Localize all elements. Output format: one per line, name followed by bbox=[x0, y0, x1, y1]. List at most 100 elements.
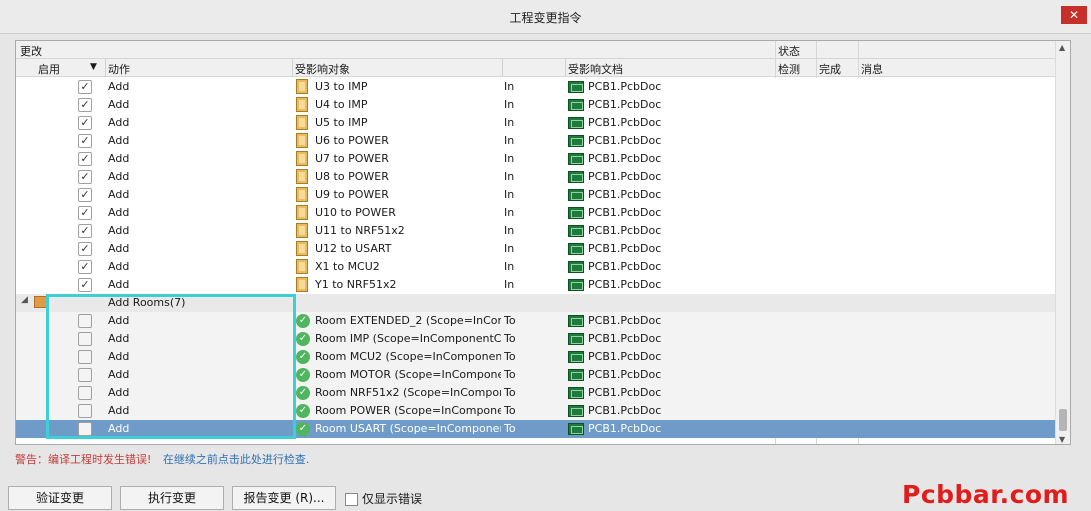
only-show-errors-checkbox[interactable]: 仅显示错误 bbox=[345, 490, 422, 507]
vertical-scrollbar[interactable]: ▲ ▼ bbox=[1055, 41, 1070, 444]
pcb-doc-icon bbox=[568, 261, 584, 273]
warning-bar: 警告：编译工程时发生错误! 在继续之前点击此处进行检查. bbox=[15, 451, 309, 467]
component-icon bbox=[296, 133, 308, 148]
column-done[interactable]: 完成 bbox=[819, 61, 841, 77]
column-action[interactable]: 动作 bbox=[108, 61, 130, 77]
affected-doc-cell: PCB1.PcbDoc bbox=[588, 116, 662, 129]
table-row[interactable]: Add ✓ Room MCU2 (Scope=InComponentC To PCB1.… bbox=[16, 348, 1070, 366]
direction-cell: To bbox=[504, 404, 516, 417]
component-icon bbox=[296, 277, 308, 292]
affected-object-cell: Room USART (Scope=InComponentC bbox=[315, 422, 501, 435]
enable-checkbox[interactable]: ✓ bbox=[78, 188, 92, 202]
action-cell: Add bbox=[108, 152, 130, 165]
table-row[interactable]: ✓ Add U10 to POWER In PCB1.PcbDoc bbox=[16, 204, 1070, 222]
table-row[interactable]: ✓ Add U5 to IMP In PCB1.PcbDoc bbox=[16, 114, 1070, 132]
enable-checkbox[interactable]: ✓ bbox=[78, 260, 92, 274]
warning-text: 警告：编译工程时发生错误! bbox=[15, 453, 152, 466]
table-row[interactable]: ✓ Add X1 to MCU2 In PCB1.PcbDoc bbox=[16, 258, 1070, 276]
table-row[interactable]: Add ✓ Room USART (Scope=InComponentC To PCB1… bbox=[16, 420, 1070, 438]
enable-checkbox[interactable]: ✓ bbox=[78, 170, 92, 184]
sort-arrow-icon[interactable]: ▼ bbox=[90, 62, 97, 72]
table-row[interactable]: ✓ Add Y1 to NRF51x2 In PCB1.PcbDoc bbox=[16, 276, 1070, 294]
component-icon bbox=[296, 187, 308, 202]
table-row[interactable]: Add ✓ Room NRF51x2 (Scope=InComponen To PCB1… bbox=[16, 384, 1070, 402]
enable-checkbox[interactable] bbox=[78, 332, 92, 346]
enable-checkbox[interactable]: ✓ bbox=[78, 134, 92, 148]
column-check[interactable]: 检测 bbox=[778, 61, 800, 77]
affected-object-cell: U10 to POWER bbox=[315, 206, 396, 219]
pcb-doc-icon bbox=[568, 405, 584, 417]
table-row[interactable]: ✓ Add U6 to POWER In PCB1.PcbDoc bbox=[16, 132, 1070, 150]
table-row[interactable]: ✓ Add U7 to POWER In PCB1.PcbDoc bbox=[16, 150, 1070, 168]
scroll-down-icon[interactable]: ▼ bbox=[1059, 435, 1065, 444]
enable-checkbox[interactable]: ✓ bbox=[78, 242, 92, 256]
component-icon bbox=[296, 259, 308, 274]
enable-checkbox[interactable] bbox=[78, 350, 92, 364]
action-cell: Add bbox=[108, 80, 130, 93]
component-icon bbox=[296, 115, 308, 130]
affected-doc-cell: PCB1.PcbDoc bbox=[588, 332, 662, 345]
affected-doc-cell: PCB1.PcbDoc bbox=[588, 242, 662, 255]
execute-changes-button[interactable]: 执行变更 bbox=[120, 486, 224, 510]
table-row[interactable]: Add ✓ Room MOTOR (Scope=InComponent To PCB1.… bbox=[16, 366, 1070, 384]
affected-object-cell: X1 to MCU2 bbox=[315, 260, 380, 273]
enable-checkbox[interactable]: ✓ bbox=[78, 278, 92, 292]
affected-doc-cell: PCB1.PcbDoc bbox=[588, 98, 662, 111]
affected-doc-cell: PCB1.PcbDoc bbox=[588, 404, 662, 417]
pcb-doc-icon bbox=[568, 387, 584, 399]
table-row[interactable]: ✓ Add U4 to IMP In PCB1.PcbDoc bbox=[16, 96, 1070, 114]
column-affected-doc[interactable]: 受影响文档 bbox=[568, 61, 623, 77]
pcb-doc-icon bbox=[568, 207, 584, 219]
close-button[interactable]: ✕ bbox=[1061, 6, 1087, 24]
enable-checkbox[interactable]: ✓ bbox=[78, 116, 92, 130]
pcb-doc-icon bbox=[568, 243, 584, 255]
direction-cell: In bbox=[504, 80, 515, 93]
enable-checkbox[interactable]: ✓ bbox=[78, 152, 92, 166]
enable-checkbox[interactable] bbox=[78, 314, 92, 328]
checkbox-icon[interactable] bbox=[345, 493, 358, 506]
pcb-doc-icon bbox=[568, 369, 584, 381]
table-row[interactable]: ✓ Add U11 to NRF51x2 In PCB1.PcbDoc bbox=[16, 222, 1070, 240]
component-icon bbox=[296, 79, 308, 94]
table-row[interactable]: ✓ Add U3 to IMP In PCB1.PcbDoc bbox=[16, 78, 1070, 96]
enable-checkbox[interactable] bbox=[78, 404, 92, 418]
warning-link[interactable]: 在继续之前点击此处进行检查. bbox=[163, 453, 310, 466]
enable-checkbox[interactable]: ✓ bbox=[78, 206, 92, 220]
affected-object-cell: U8 to POWER bbox=[315, 170, 389, 183]
title-bar: 工程变更指令 ✕ bbox=[0, 0, 1091, 34]
report-changes-button[interactable]: 报告变更 (R)... bbox=[232, 486, 336, 510]
direction-cell: To bbox=[504, 368, 516, 381]
enable-checkbox[interactable] bbox=[78, 386, 92, 400]
enable-checkbox[interactable] bbox=[78, 422, 92, 436]
table-row[interactable]: Add ✓ Room EXTENDED_2 (Scope=InCompoTo PCB1… bbox=[16, 312, 1070, 330]
validate-changes-button[interactable]: 验证变更 bbox=[8, 486, 112, 510]
affected-doc-cell: PCB1.PcbDoc bbox=[588, 386, 662, 399]
column-affected-object[interactable]: 受影响对象 bbox=[295, 61, 350, 77]
table-row[interactable]: Add ✓ Room IMP (Scope=InComponentCla To PCB1… bbox=[16, 330, 1070, 348]
pcb-doc-icon bbox=[568, 117, 584, 129]
action-cell: Add bbox=[108, 242, 130, 255]
column-message[interactable]: 消息 bbox=[861, 61, 883, 77]
affected-doc-cell: PCB1.PcbDoc bbox=[588, 206, 662, 219]
table-row[interactable]: ✓ Add U12 to USART In PCB1.PcbDoc bbox=[16, 240, 1070, 258]
enable-checkbox[interactable]: ✓ bbox=[78, 80, 92, 94]
table-row[interactable]: Add ✓ Room POWER (Scope=InComponent To PCB1.… bbox=[16, 402, 1070, 420]
group-row[interactable]: ◢ Add Rooms(7) bbox=[16, 294, 1070, 312]
scroll-thumb[interactable] bbox=[1059, 409, 1067, 431]
direction-cell: In bbox=[504, 188, 515, 201]
enable-checkbox[interactable] bbox=[78, 368, 92, 382]
direction-cell: In bbox=[504, 116, 515, 129]
table-row[interactable]: ✓ Add U9 to POWER In PCB1.PcbDoc bbox=[16, 186, 1070, 204]
action-cell: Add bbox=[108, 368, 130, 381]
scroll-up-icon[interactable]: ▲ bbox=[1059, 43, 1065, 52]
affected-object-cell: U9 to POWER bbox=[315, 188, 389, 201]
table-row[interactable]: ✓ Add U8 to POWER In PCB1.PcbDoc bbox=[16, 168, 1070, 186]
column-enable[interactable]: 启用 bbox=[38, 61, 60, 77]
enable-checkbox[interactable]: ✓ bbox=[78, 98, 92, 112]
direction-cell: In bbox=[504, 170, 515, 183]
enable-checkbox[interactable]: ✓ bbox=[78, 224, 92, 238]
affected-doc-cell: PCB1.PcbDoc bbox=[588, 224, 662, 237]
collapse-icon[interactable]: ◢ bbox=[21, 295, 28, 305]
direction-cell: To bbox=[504, 332, 516, 345]
pcb-doc-icon bbox=[568, 81, 584, 93]
